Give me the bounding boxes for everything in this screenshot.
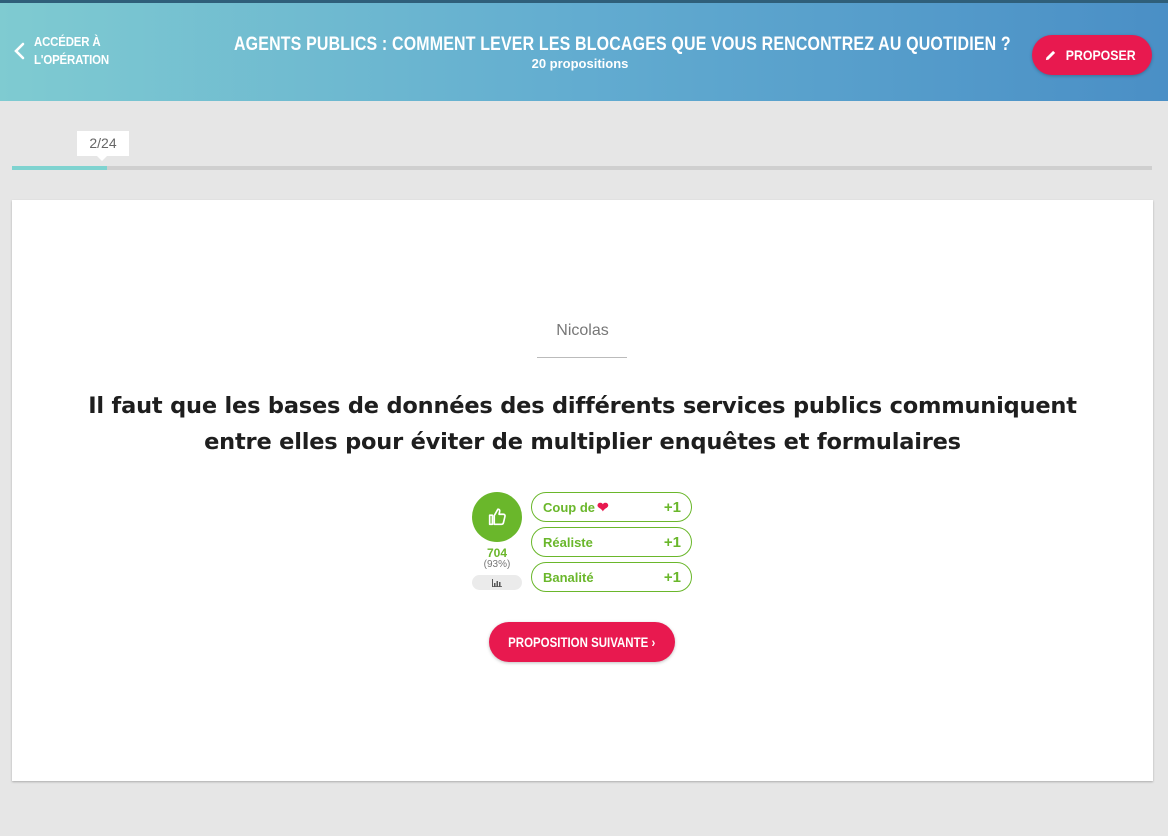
progress-bar <box>12 166 1152 170</box>
back-label-line1: ACCÉDER À <box>34 34 101 49</box>
progress-fill <box>12 166 107 170</box>
back-label: ACCÉDER À L'OPÉRATION <box>34 33 122 69</box>
next-proposal-button[interactable]: PROPOSITION SUIVANTE › <box>489 622 675 662</box>
vote-percent: (93%) <box>483 559 511 570</box>
qualification-label: Réaliste <box>543 534 593 550</box>
back-to-operation-link[interactable]: ACCÉDER À L'OPÉRATION <box>12 33 134 69</box>
title-block: AGENTS PUBLICS : COMMENT LEVER LES BLOCA… <box>160 34 1011 71</box>
thumbs-up-icon <box>488 508 506 526</box>
vote-count: 704 <box>486 546 508 560</box>
progress-label: 2/24 <box>77 131 129 161</box>
qualification-coup-de-coeur-button[interactable]: Coup de ❤ +1 <box>531 492 692 522</box>
qualification-realiste-button[interactable]: Réaliste +1 <box>531 527 692 557</box>
divider <box>537 357 627 358</box>
operation-title: AGENTS PUBLICS : COMMENT LEVER LES BLOCA… <box>233 34 1011 55</box>
proposal-text: Il faut que les bases de données des dif… <box>88 393 1077 455</box>
author-name: Nicolas <box>556 322 609 339</box>
back-label-line2: L'OPÉRATION <box>34 52 109 67</box>
proposal-card: Nicolas Il faut que les bases de données… <box>12 200 1153 781</box>
bar-chart-icon <box>492 578 502 587</box>
qualifications: Coup de ❤ +1 Réaliste +1 Banalité +1 <box>531 492 693 597</box>
qualification-count: +1 <box>663 533 681 551</box>
qualification-banalite-button[interactable]: Banalité +1 <box>531 562 692 592</box>
qualification-count: +1 <box>663 498 681 516</box>
header: ACCÉDER À L'OPÉRATION AGENTS PUBLICS : C… <box>0 0 1168 101</box>
qualification-label: Coup de ❤ <box>543 499 609 516</box>
pencil-icon <box>1045 50 1055 60</box>
qualification-label: Banalité <box>543 569 594 585</box>
heart-icon: ❤ <box>597 498 609 515</box>
chevron-left-icon <box>14 42 25 60</box>
agree-button[interactable] <box>472 492 522 542</box>
next-proposal-label-text: PROPOSITION SUIVANTE <box>508 634 649 650</box>
next-proposal-label: PROPOSITION SUIVANTE › <box>508 634 656 650</box>
stats-button[interactable] <box>472 575 522 590</box>
qualification-count: +1 <box>663 568 681 586</box>
qualification-label-text: Coup de <box>543 499 595 515</box>
vote-block: 704 (93%) <box>472 492 522 590</box>
proposal-count: 20 propositions <box>531 56 629 71</box>
propose-label: PROPOSER <box>1065 47 1136 63</box>
propose-button[interactable]: PROPOSER <box>1032 35 1152 75</box>
